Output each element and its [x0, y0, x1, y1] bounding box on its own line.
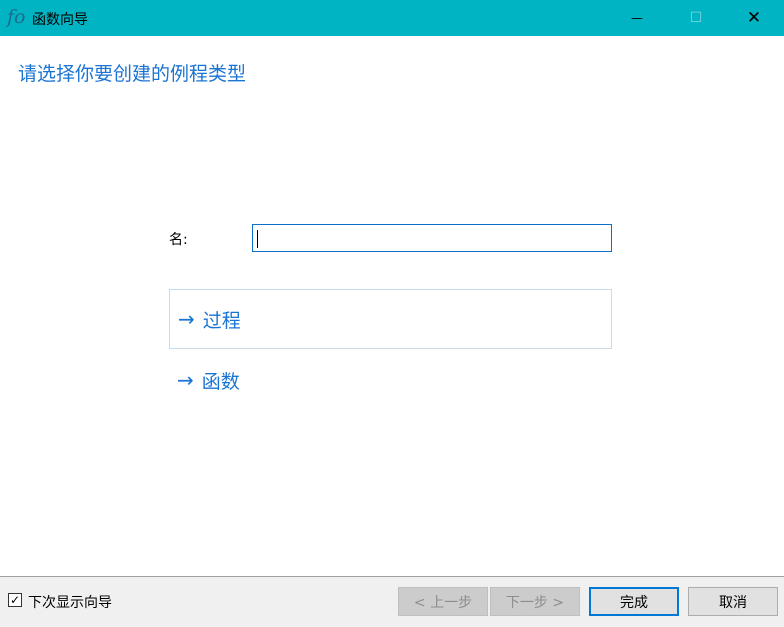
show-wizard-label[interactable]: 下次显示向导: [28, 592, 112, 612]
option-label: 过程: [202, 309, 241, 332]
app-icon: fo: [7, 6, 26, 28]
close-button[interactable]: ✕: [731, 0, 777, 36]
maximize-button[interactable]: ☐: [673, 0, 719, 36]
cancel-button[interactable]: 取消: [688, 587, 778, 616]
arrow-right-icon: →: [178, 307, 195, 331]
finish-button[interactable]: 完成: [589, 587, 679, 616]
next-button[interactable]: 下一步 >: [490, 587, 580, 616]
name-input[interactable]: [252, 224, 612, 252]
show-wizard-checkbox[interactable]: ✓: [8, 593, 22, 607]
minimize-button[interactable]: —: [614, 0, 660, 36]
name-label: 名:: [169, 232, 188, 248]
page-heading: 请选择你要创建的例程类型: [18, 63, 247, 85]
back-button[interactable]: < 上一步: [398, 587, 488, 616]
title-bar: fo 函数向导 — ☐ ✕: [0, 0, 784, 36]
option-function[interactable]: → 函数: [169, 350, 612, 410]
arrow-right-icon: →: [177, 368, 194, 392]
text-caret: [257, 230, 258, 248]
option-procedure[interactable]: → 过程: [169, 289, 612, 349]
option-label: 函数: [201, 370, 240, 393]
window-title: 函数向导: [32, 12, 88, 28]
